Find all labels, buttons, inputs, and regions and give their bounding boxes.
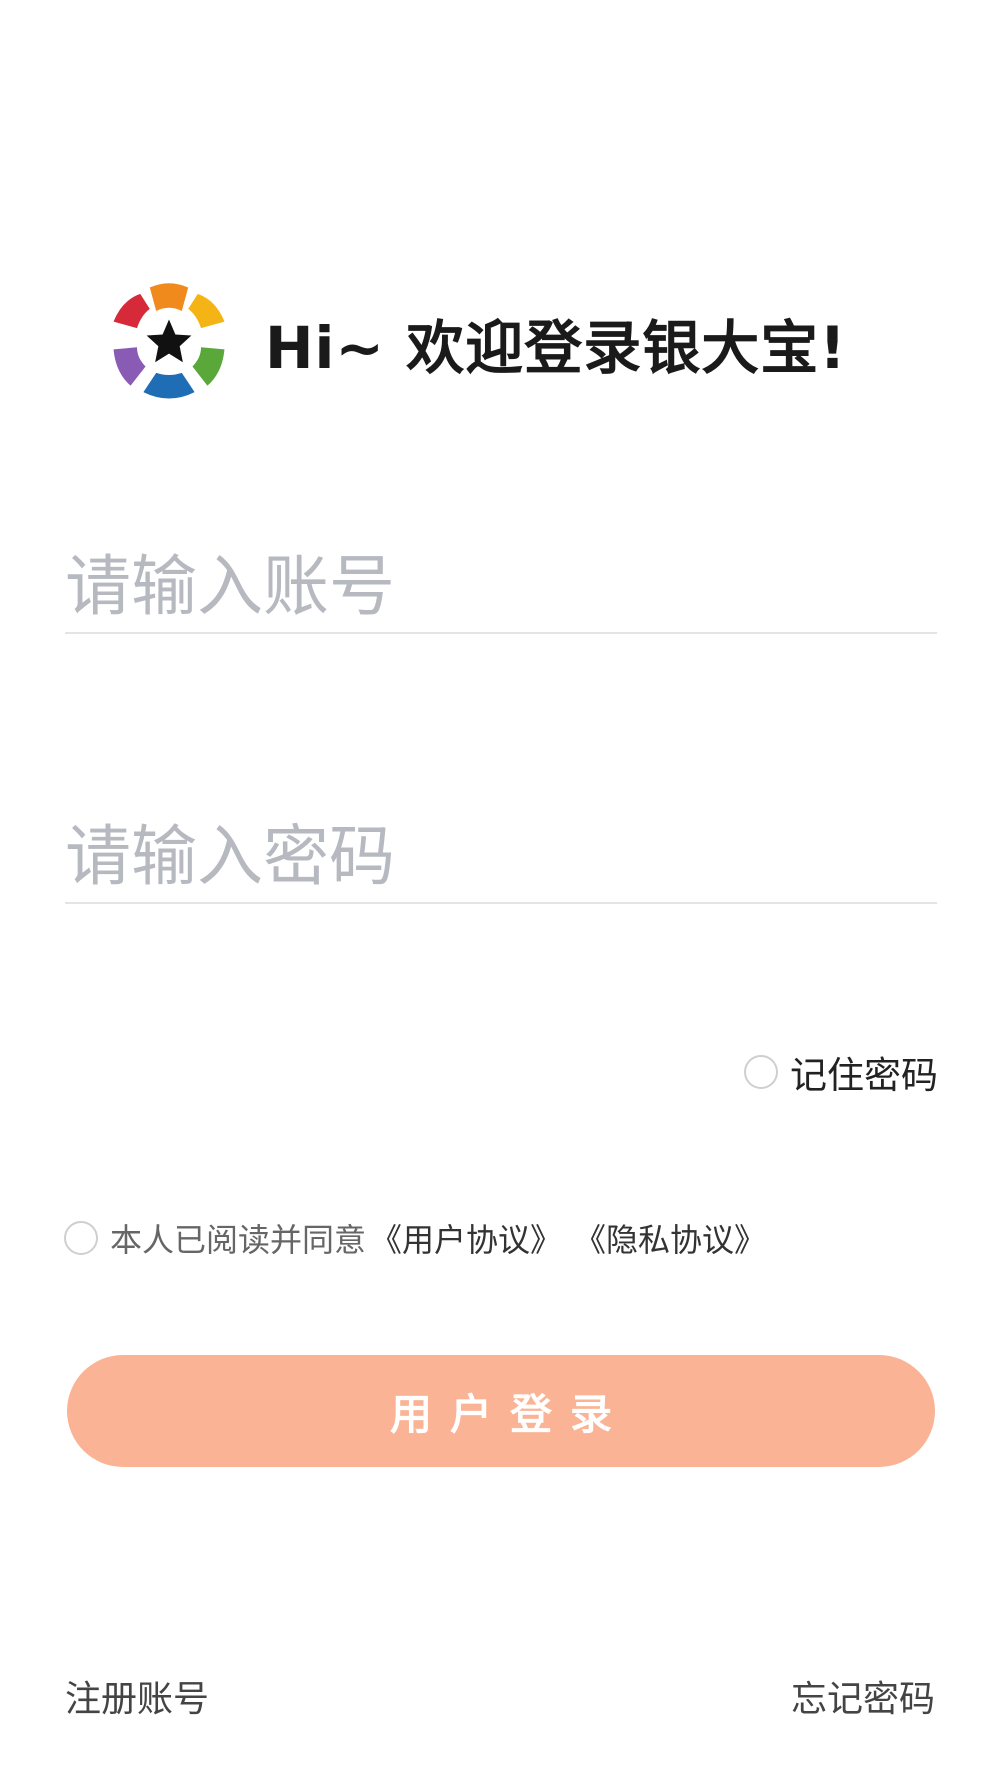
- forgot-password-link[interactable]: 忘记密码: [791, 1670, 935, 1722]
- register-link[interactable]: 注册账号: [65, 1670, 209, 1722]
- account-field: [65, 540, 937, 634]
- logo-icon: [113, 283, 225, 399]
- password-field: [65, 810, 937, 904]
- remember-password-radio[interactable]: [744, 1055, 778, 1089]
- password-input[interactable]: [65, 810, 937, 902]
- remember-password-toggle[interactable]: 记住密码: [744, 1045, 938, 1099]
- account-input[interactable]: [65, 540, 937, 632]
- user-agreement-link[interactable]: 《用户协议》: [370, 1215, 562, 1261]
- privacy-policy-link[interactable]: 《隐私协议》: [574, 1215, 766, 1261]
- login-button[interactable]: 用户登录: [67, 1355, 935, 1467]
- agreement-radio[interactable]: [64, 1221, 98, 1255]
- welcome-title: Hi~ 欢迎登录银大宝!: [265, 314, 847, 382]
- agreement-row: 本人已阅读并同意 《用户协议》 《隐私协议》: [64, 1215, 766, 1261]
- agreement-text: 本人已阅读并同意: [110, 1221, 367, 1259]
- header: Hi~ 欢迎登录银大宝!: [105, 278, 847, 408]
- remember-password-label: 记住密码: [790, 1054, 938, 1097]
